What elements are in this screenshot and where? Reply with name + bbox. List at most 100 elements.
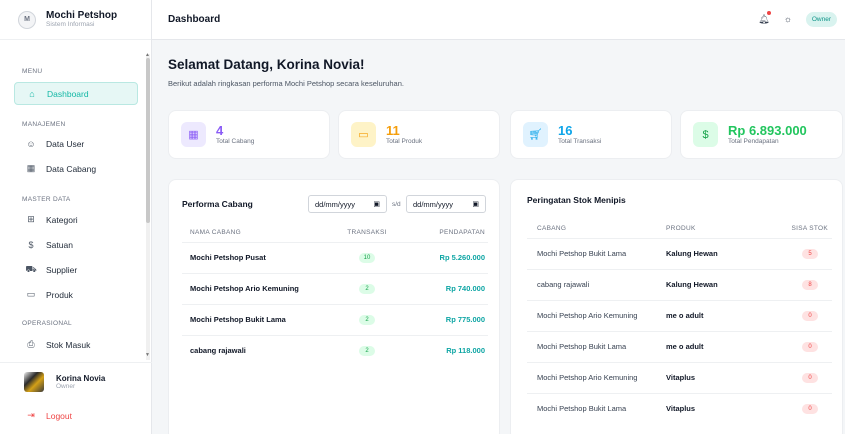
stat-label: Total Transaksi <box>558 138 602 145</box>
stat-label: Total Pendapatan <box>728 138 779 145</box>
date-to-input[interactable]: dd/mm/yyyy ▣ <box>406 195 486 213</box>
table-row: cabang rajawali Kalung Hewan 8 <box>527 268 832 300</box>
cabang-name: Mochi Petshop Bukit Lama <box>182 303 332 335</box>
cabang-name: Mochi Petshop Ario Kemuning <box>527 299 666 331</box>
greeting-title: Selamat Datang, Korina Novia! <box>168 57 365 72</box>
stat-value: 4 <box>216 123 224 138</box>
sidebar-item-label: Dashboard <box>47 88 89 99</box>
stat-card-cabang: ▦ 4 Total Cabang <box>168 110 330 159</box>
topbar: Dashboard 🔔︎ ☼ Owner <box>152 0 845 40</box>
sidebar-item-label: Satuan <box>46 239 73 250</box>
sidebar-item-stok-masuk[interactable]: ⎙ Stok Masuk <box>14 333 138 356</box>
card-title: Peringatan Stok Menipis <box>527 195 626 205</box>
table-row: Mochi Petshop Ario Kemuning 2 Rp 740.000 <box>182 272 488 304</box>
cabang-name: Mochi Petshop Pusat <box>182 241 332 273</box>
user-profile[interactable]: Korina Novia Owner <box>0 362 152 400</box>
user-name: Korina Novia <box>56 373 106 383</box>
brand-subtitle: Sistem Informasi <box>46 21 95 28</box>
produk-name: Vitaplus <box>666 392 766 424</box>
stat-label: Total Produk <box>386 138 423 145</box>
stat-label: Total Cabang <box>216 138 255 145</box>
sidebar-item-data-cabang[interactable]: ▦ Data Cabang <box>14 157 138 180</box>
sisa-stok-badge: 8 <box>802 280 818 290</box>
date-from-value: dd/mm/yyyy <box>315 199 356 209</box>
cabang-name: Mochi Petshop Bukit Lama <box>527 392 666 424</box>
produk-name: Kalung Hewan <box>666 268 766 300</box>
transaksi-badge: 2 <box>359 284 375 294</box>
role-badge: Owner <box>805 11 837 27</box>
transaksi-badge: 2 <box>359 346 375 357</box>
scroll-down-icon[interactable]: ▼ <box>145 352 150 358</box>
table-row: Mochi Petshop Bukit Lama me o adult 0 <box>527 330 832 362</box>
sun-icon: ☼ <box>783 14 792 24</box>
produk-name: Vitaplus <box>666 361 766 393</box>
stat-card-transaksi: 🛒︎ 16 Total Transaksi <box>510 110 672 159</box>
sidebar-item-label: Supplier <box>46 264 78 275</box>
stok-menipis-card: Peringatan Stok Menipis CABANG PRODUK SI… <box>510 179 843 434</box>
stok-table: CABANG PRODUK SISA STOK Mochi Petshop Bu… <box>527 220 832 424</box>
sidebar-nav: MENU ⌂ Dashboard MANAJEMEN ☺ Data User ▦… <box>0 44 146 360</box>
sidebar-item-produk[interactable]: ▭ Produk <box>14 283 138 306</box>
stat-card-produk: ▭ 11 Total Produk <box>338 110 500 159</box>
calendar-icon[interactable]: ▣ <box>373 200 380 208</box>
table-row: cabang rajawali 2 Rp 118.000 <box>182 334 488 366</box>
section-label-menu: MENU <box>22 68 43 75</box>
logo-icon: M <box>18 10 36 29</box>
archive-icon: ▭ <box>26 289 36 299</box>
sidebar-item-satuan[interactable]: $ Satuan <box>14 233 138 256</box>
header-pendapatan: PENDAPATAN <box>439 229 485 237</box>
notification-dot <box>766 11 771 15</box>
logout-button[interactable]: ⇥ Logout <box>24 410 72 421</box>
stat-value: 11 <box>386 123 400 138</box>
sidebar-item-label: Kategori <box>46 214 78 225</box>
avatar <box>24 371 44 392</box>
performa-cabang-card: Performa Cabang dd/mm/yyyy ▣ s/d dd/mm/y… <box>168 179 500 434</box>
header-cabang: CABANG <box>537 225 567 233</box>
cabang-name: Mochi Petshop Ario Kemuning <box>182 272 332 304</box>
grid-icon: ⊞ <box>27 214 35 224</box>
user-role: Owner <box>56 382 76 390</box>
cabang-name: cabang rajawali <box>527 268 666 300</box>
stat-value: 16 <box>558 123 573 138</box>
date-from-input[interactable]: dd/mm/yyyy ▣ <box>308 195 387 213</box>
sidebar-item-label: Produk <box>46 289 73 300</box>
cabang-name: Mochi Petshop Bukit Lama <box>527 330 666 362</box>
sidebar-item-data-user[interactable]: ☺ Data User <box>14 132 138 155</box>
cabang-name: Mochi Petshop Bukit Lama <box>527 237 666 269</box>
pendapatan-value: Rp 775.000 <box>402 303 488 335</box>
sisa-stok-badge: 0 <box>802 311 818 321</box>
calendar-icon[interactable]: ▣ <box>472 200 479 208</box>
pendapatan-value: Rp 5.260.000 <box>402 241 488 273</box>
stat-card-pendapatan: $ Rp 6.893.000 Total Pendapatan <box>680 110 843 159</box>
performa-table: NAMA CABANG TRANSAKSI PENDAPATAN Mochi P… <box>182 224 488 366</box>
table-row: Mochi Petshop Pusat 10 Rp 5.260.000 <box>182 241 488 273</box>
sidebar-item-supplier[interactable]: ⛟ Supplier <box>14 258 138 281</box>
logout-label: Logout <box>46 410 72 421</box>
users-icon: ☺ <box>26 138 36 149</box>
sidebar-scroll-thumb[interactable] <box>146 58 150 223</box>
dollar-icon: $ <box>693 122 718 147</box>
section-label-manajemen: MANAJEMEN <box>22 121 66 128</box>
transaksi-badge: 10 <box>358 253 376 263</box>
truck-icon: ⛟ <box>25 263 37 274</box>
date-to-value: dd/mm/yyyy <box>413 199 454 209</box>
header-sisa-stok: SISA STOK <box>791 225 828 233</box>
pendapatan-value: Rp 740.000 <box>402 272 488 304</box>
clipboard-icon: ⎙ <box>27 339 35 349</box>
table-row: Mochi Petshop Ario Kemuning Vitaplus 0 <box>527 361 832 393</box>
store-icon: ▦ <box>26 163 36 173</box>
cabang-name: Mochi Petshop Ario Kemuning <box>527 361 666 393</box>
store-icon: ▦ <box>181 122 206 147</box>
sisa-stok-badge: 0 <box>802 373 818 383</box>
brand[interactable]: M Mochi Petshop Sistem Informasi <box>0 0 151 40</box>
notification-button[interactable]: 🔔︎ <box>756 11 772 27</box>
table-row: Mochi Petshop Bukit Lama Vitaplus 0 <box>527 392 832 424</box>
sidebar-item-kategori[interactable]: ⊞ Kategori <box>14 208 138 231</box>
header-transaksi: TRANSAKSI <box>347 229 387 237</box>
theme-toggle-button[interactable]: ☼ <box>780 11 796 27</box>
sidebar-item-dashboard[interactable]: ⌂ Dashboard <box>14 82 138 105</box>
sisa-stok-badge: 5 <box>802 249 818 259</box>
brand-name: Mochi Petshop <box>46 10 118 21</box>
greeting-subtitle: Berikut adalah ringkasan performa Mochi … <box>168 79 404 88</box>
scroll-up-icon[interactable]: ▲ <box>145 52 150 58</box>
